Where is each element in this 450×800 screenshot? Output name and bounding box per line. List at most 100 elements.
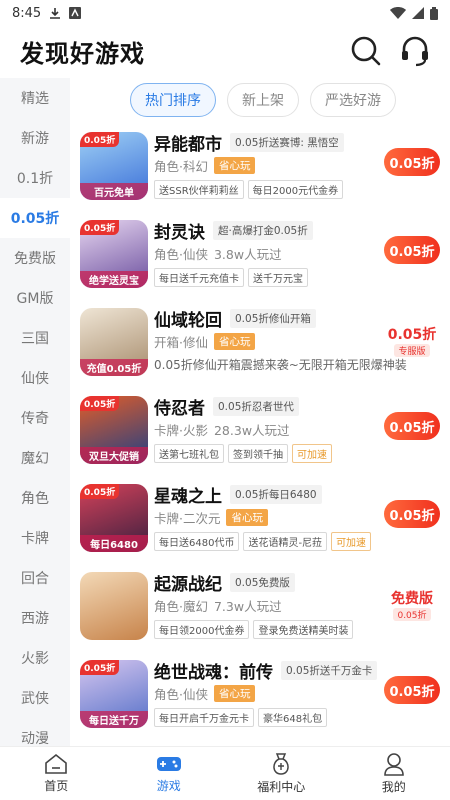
game-promo-tag: 0.05免费版 xyxy=(230,572,295,592)
sidebar-item-category[interactable]: 回合 xyxy=(0,558,70,598)
thumbnail-banner-text: 绝学送灵宝 xyxy=(80,271,148,288)
game-list-item[interactable]: 0.05折 每日送千万 绝世战魂：前传 0.05折送千万金卡 角色·仙侠 省心玩 每日开启千… xyxy=(70,656,450,744)
game-thumbnail[interactable]: 充值0.05折 xyxy=(80,308,148,376)
game-genre: 卡牌·二次元 xyxy=(154,510,221,526)
sidebar-item-category[interactable]: 传奇 xyxy=(0,398,70,438)
game-genre: 开箱·修仙 xyxy=(154,334,208,350)
thumbnail-banner-text: 每日送千万 xyxy=(80,711,148,728)
nav-games[interactable]: 游戏 xyxy=(113,747,226,800)
sidebar-item-category[interactable]: 卡牌 xyxy=(0,518,70,558)
game-title: 起源战纪 xyxy=(154,574,222,595)
home-icon xyxy=(45,753,68,774)
game-benefit-tag: 登录免费送精美时装 xyxy=(253,620,354,639)
game-genre: 卡牌·火影 xyxy=(154,422,208,438)
game-thumbnail[interactable]: 0.05折 百元免单 xyxy=(80,132,148,200)
speedup-tag: 可加速 xyxy=(331,532,372,551)
seal-sub-text: 专服版 xyxy=(394,343,430,357)
sidebar-item-category[interactable]: 仙侠 xyxy=(0,358,70,398)
sidebar-item-category[interactable]: 魔幻 xyxy=(0,438,70,478)
game-promo-tag: 0.05折送千万金卡 xyxy=(281,660,378,680)
discount-corner-badge: 0.05折 xyxy=(80,484,120,499)
sidebar-item-category[interactable]: 0.1折 xyxy=(0,158,70,198)
game-thumbnail[interactable]: 0.05折每日6480 xyxy=(80,484,148,552)
game-genre: 角色·仙侠 xyxy=(154,246,208,262)
nav-welfare-label: 福利中心 xyxy=(257,780,306,794)
game-title: 星魂之上 xyxy=(154,486,222,507)
discount-corner-badge: 0.05折 xyxy=(80,396,120,411)
game-benefit-tag: 送千万元宝 xyxy=(248,268,308,287)
discount-price-button[interactable]: 0.05折 xyxy=(384,676,440,704)
bottom-nav: 首页 游戏 福利中心 我的 xyxy=(0,746,450,800)
discount-price-button[interactable]: 0.05折 xyxy=(384,412,440,440)
sidebar-item-category[interactable]: 0.05折 xyxy=(0,198,70,238)
customer-service-headset-icon[interactable] xyxy=(400,35,430,67)
game-thumbnail[interactable] xyxy=(80,572,148,640)
game-benefit-tag: 送SSR伙伴莉莉丝 xyxy=(154,180,244,199)
nav-games-label: 游戏 xyxy=(156,779,181,793)
sidebar-item-category[interactable]: 新游 xyxy=(0,118,70,158)
sidebar-item-category[interactable]: 西游 xyxy=(0,598,70,638)
sidebar-item-category[interactable]: 角色 xyxy=(0,478,70,518)
discount-seal[interactable]: 免费版 0.05折 xyxy=(382,582,442,626)
nav-welfare-center[interactable]: 福利中心 xyxy=(225,747,338,800)
thumbnail-banner-text: 百元免单 xyxy=(80,183,148,200)
sidebar-item-category[interactable]: 精选 xyxy=(0,78,70,118)
discount-seal[interactable]: 0.05折 专服版 xyxy=(382,318,442,362)
tab-hot-sort[interactable]: 热门排序 xyxy=(130,83,216,117)
game-benefit-tag: 送花语精灵-尼菈 xyxy=(243,532,328,551)
game-promo-tag: 0.05折送赛博: 黑悟空 xyxy=(230,132,344,152)
game-thumbnail[interactable]: 0.05折 绝学送灵宝 xyxy=(80,220,148,288)
thumbnail-banner-text: 双旦大促销 xyxy=(80,447,148,464)
discount-price-button[interactable]: 0.05折 xyxy=(384,500,440,528)
game-benefit-tag: 每日送6480代币 xyxy=(154,532,240,551)
game-title: 绝世战魂：前传 xyxy=(154,662,273,683)
status-bar: 8:45 xyxy=(0,0,450,26)
nav-home[interactable]: 首页 xyxy=(0,747,113,800)
game-list-item[interactable]: 起源战纪 0.05免费版角色·魔幻 7.3w人玩过每日领2000代金券 登录免费送精美… xyxy=(70,568,450,656)
game-genre: 角色·科幻 xyxy=(154,158,208,174)
gamepad-icon xyxy=(156,757,181,771)
seal-main-text: 免费版 xyxy=(391,590,433,607)
search-icon[interactable] xyxy=(350,35,382,67)
hassle-free-badge: 省心玩 xyxy=(213,156,256,174)
sidebar-item-category[interactable]: 武侠 xyxy=(0,678,70,718)
gift-bag-icon xyxy=(273,753,289,775)
sidebar-item-category[interactable]: 动漫 xyxy=(0,718,70,746)
wifi-icon xyxy=(390,7,406,19)
tab-selected-games[interactable]: 严选好游 xyxy=(310,83,396,117)
game-title: 侍忍者 xyxy=(154,398,205,419)
game-thumbnail[interactable]: 0.05折每日送千万 xyxy=(80,660,148,728)
page-header: 发现好游戏 xyxy=(0,26,450,76)
download-icon xyxy=(50,7,61,19)
thumbnail-banner-text: 充值0.05折 xyxy=(80,359,148,376)
app-notification-icon xyxy=(69,7,82,19)
game-list-item[interactable]: 0.05折 双旦大促销 侍忍者 0.05折忍者世代 卡牌·火影 28.3w人玩过 送第七班礼… xyxy=(70,392,450,480)
discount-price-button[interactable]: 0.05折 xyxy=(384,148,440,176)
sidebar-item-category[interactable]: GM版 xyxy=(0,278,70,318)
game-title: 封灵诀 xyxy=(154,222,205,243)
game-list-item[interactable]: 0.05折 绝学送灵宝 封灵诀 超·高爆打金0.05折 角色·仙侠 3.8w人玩过 每日送千… xyxy=(70,216,450,304)
signal-icon xyxy=(412,7,424,19)
sidebar-item-category[interactable]: 火影 xyxy=(0,638,70,678)
tab-new-arrivals[interactable]: 新上架 xyxy=(227,83,299,117)
game-player-count: 3.8w人玩过 xyxy=(213,246,282,262)
game-promo-tag: 0.05折修仙开箱 xyxy=(230,308,316,328)
discount-price-button[interactable]: 0.05折 xyxy=(384,236,440,264)
game-list-item[interactable]: 0.05折 每日6480 星魂之上 0.05折每日6480 卡牌·二次元 省心玩 每日送64… xyxy=(70,480,450,568)
nav-mine[interactable]: 我的 xyxy=(338,747,450,800)
game-list-item[interactable]: 0.05折 百元免单 异能都市 0.05折送赛博: 黑悟空 角色·科幻 省心玩 送SSR伙伴… xyxy=(70,128,450,216)
game-list-item[interactable]: 充值0.05折 仙域轮回 0.05折修仙开箱 开箱·修仙 省心玩 0.05折修仙开箱震撼来… xyxy=(70,304,450,392)
sidebar-item-category[interactable]: 三国 xyxy=(0,318,70,358)
game-benefit-tag: 每日领2000代金券 xyxy=(154,620,250,639)
hassle-free-badge: 省心玩 xyxy=(213,684,256,702)
game-thumbnail[interactable]: 0.05折双旦大促销 xyxy=(80,396,148,464)
nav-mine-label: 我的 xyxy=(381,780,406,794)
game-title: 仙域轮回 xyxy=(154,310,222,331)
discount-corner-badge: 0.05折 xyxy=(80,660,120,675)
game-player-count: 7.3w人玩过 xyxy=(213,598,282,614)
sidebar-item-category[interactable]: 免费版 xyxy=(0,238,70,278)
game-genre: 角色·魔幻 xyxy=(154,598,208,614)
game-promo-tag: 0.05折忍者世代 xyxy=(213,396,299,416)
thumbnail-banner-text: 每日6480 xyxy=(80,535,148,552)
game-list: 0.05折 百元免单 异能都市 0.05折送赛博: 黑悟空 角色·科幻 省心玩 送SSR伙伴… xyxy=(70,128,450,744)
